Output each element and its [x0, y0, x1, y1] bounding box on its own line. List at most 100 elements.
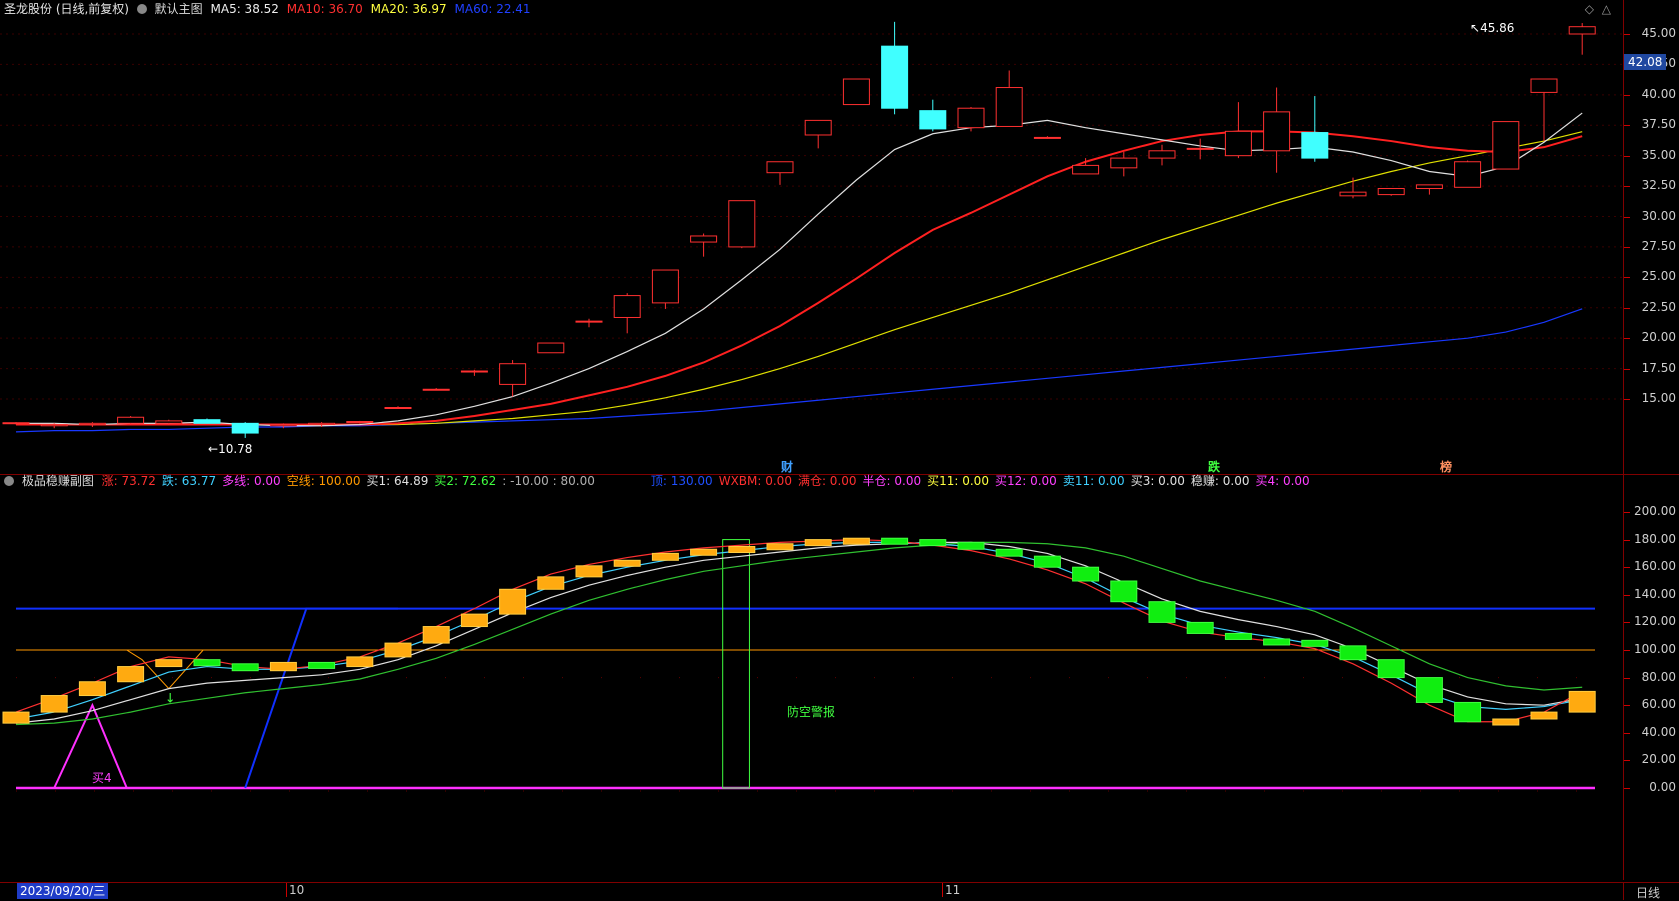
candle-body [346, 421, 374, 424]
period-separator [1623, 882, 1624, 900]
axis-tick-label: 22.50 [1641, 299, 1676, 314]
indicator-bar [460, 613, 488, 628]
axis-tick [1624, 705, 1630, 707]
date-axis [0, 882, 1679, 901]
axis-tick [1624, 594, 1630, 596]
air-alert-text: 防空警报 [787, 705, 836, 719]
candle-body [881, 45, 909, 109]
candle-body [1072, 164, 1100, 175]
buy4-signal [53, 702, 128, 789]
indicator-bar [1377, 659, 1405, 679]
candle-body [231, 422, 259, 434]
axis-tick-label: 40.00 [1641, 86, 1676, 101]
period-label[interactable]: 日线 [1636, 884, 1660, 901]
axis-tick [1624, 34, 1630, 35]
current-price-tag: 42.08 [1624, 54, 1667, 70]
indicator-bar [1492, 718, 1520, 726]
indicator-bar [384, 642, 412, 658]
axis-tick-label: 32.50 [1641, 178, 1676, 193]
indicator-bar [690, 548, 718, 556]
indicator-bar [78, 681, 106, 697]
axis-tick-label: 140.00 [1634, 586, 1676, 601]
candle-body [804, 119, 832, 136]
axis-tick [1624, 186, 1630, 188]
candle-body [766, 161, 794, 174]
axis-tick-label: 40.00 [1641, 724, 1676, 739]
indicator-bar [1263, 638, 1291, 646]
date-cursor: 2023/09/20/三 [17, 883, 109, 899]
axis-tick-label: 25.00 [1641, 269, 1676, 284]
axis-tick-label: 180.00 [1634, 531, 1676, 546]
indicator-bar [346, 656, 374, 668]
marker-bang[interactable]: 榜 [1440, 458, 1452, 475]
indicator-bar [1530, 711, 1558, 720]
candle-body [1110, 157, 1138, 169]
indicator-bar [308, 661, 336, 669]
indicator-chart[interactable]: ↓ [0, 475, 1679, 900]
axis-tick-label: 200.00 [1634, 504, 1676, 518]
indicator-bar [1186, 621, 1214, 634]
buy4-label: 买4 [92, 771, 112, 785]
candle-body [1263, 111, 1291, 152]
candle-body [1224, 130, 1252, 157]
main-chart[interactable] [0, 0, 1679, 475]
axis-tick [1624, 788, 1630, 789]
axis-tick [1624, 650, 1630, 651]
candle-body [1148, 150, 1176, 159]
alert-box [722, 539, 750, 789]
axis-tick-label: 17.50 [1641, 360, 1676, 375]
candle-body [537, 342, 565, 354]
axis-tick [1624, 94, 1630, 96]
candle-body [193, 419, 221, 424]
axis-tick [1624, 125, 1630, 127]
axis-tick [1624, 539, 1630, 541]
axis-tick-label: 37.50 [1641, 117, 1676, 132]
axis-tick [1624, 368, 1630, 370]
axis-tick-label: 15.00 [1641, 391, 1676, 405]
top-step-line [244, 607, 398, 789]
axis-tick [1624, 307, 1630, 309]
indicator-bar [40, 695, 68, 713]
indicator-bar [269, 661, 297, 672]
axis-tick [1624, 338, 1630, 340]
month-marker-oct: 10 [286, 883, 304, 897]
indicator-bar [1224, 632, 1252, 640]
ma60-line [15, 308, 1583, 433]
axis-tick [1624, 622, 1630, 624]
candle-body [1568, 26, 1596, 35]
candle-body [995, 87, 1023, 127]
indicator-bar [957, 541, 985, 550]
candle-body [690, 235, 718, 243]
candle-body [1454, 161, 1482, 188]
ma5-line [16, 112, 1583, 427]
indicator-bar [842, 537, 870, 545]
candle-body [575, 320, 603, 323]
axis-tick-label: 100.00 [1634, 642, 1676, 656]
month-marker-nov: 11 [942, 883, 960, 897]
buy2-line [15, 541, 1583, 726]
candle-body [422, 388, 450, 391]
indicator-bar [1301, 639, 1329, 647]
axis-tick [1624, 567, 1630, 569]
indicator-bar [155, 659, 183, 668]
candle-body [957, 107, 985, 129]
axis-tick [1624, 760, 1630, 762]
indicator-bar [1568, 690, 1596, 713]
indicator-bar [1148, 601, 1176, 623]
axis-tick [1624, 512, 1630, 513]
ma10-line [16, 130, 1583, 426]
indicator-bar [537, 576, 565, 590]
indicator-bar [919, 539, 947, 547]
high-price-label: ↖45.86 [1470, 21, 1514, 35]
indicator-bar [1339, 645, 1367, 661]
candle-body [1339, 191, 1367, 197]
indicator-bar [1110, 580, 1138, 603]
month-label-oct: 10 [289, 883, 305, 897]
axis-tick-label: 20.00 [1641, 330, 1676, 345]
indicator-bar [193, 659, 221, 667]
candle-body [651, 269, 679, 304]
candle-body [842, 78, 870, 106]
candle-body [384, 407, 412, 410]
indicator-bar [117, 666, 145, 683]
main-axis: 45.0042.5040.0037.5035.0032.5030.0027.50… [1624, 0, 1679, 475]
